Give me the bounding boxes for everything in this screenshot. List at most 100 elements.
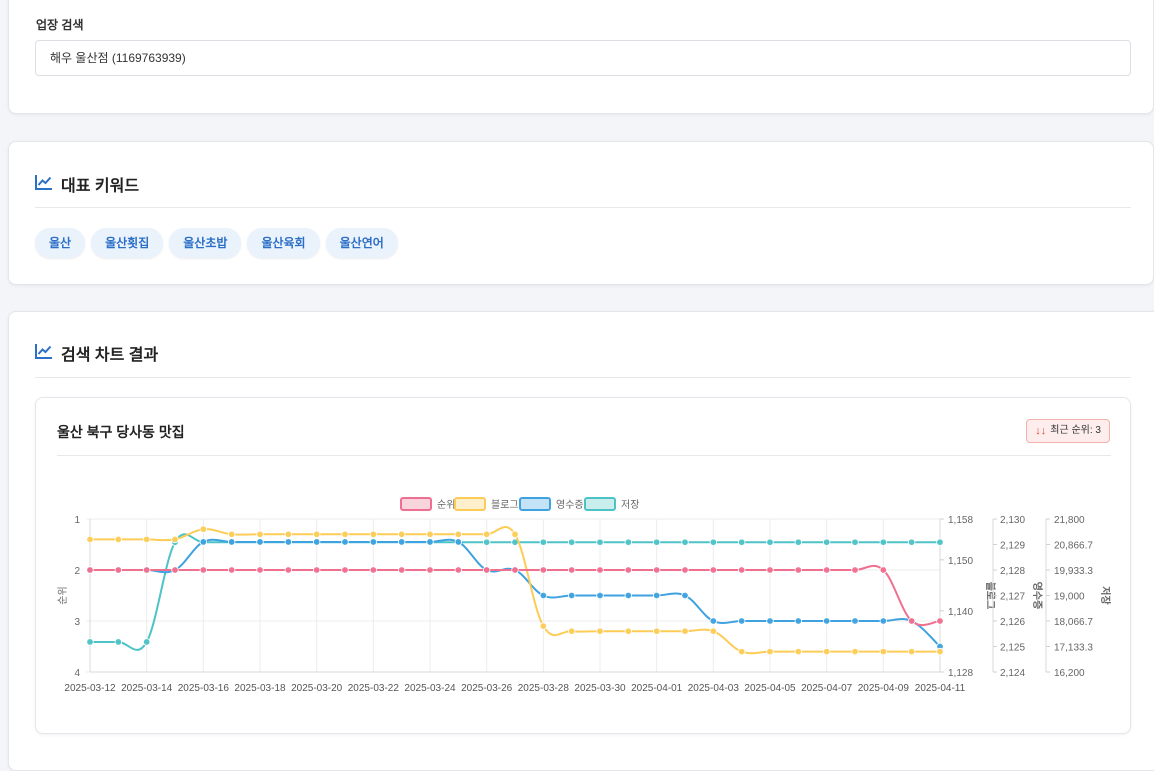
series-save	[86, 533, 944, 651]
data-point	[936, 647, 944, 656]
data-point	[822, 617, 831, 625]
y-tick-label: 20,866.7	[1054, 540, 1093, 551]
legend-label: 저장	[621, 499, 639, 511]
data-point	[652, 627, 661, 635]
data-point	[709, 538, 718, 546]
data-point	[879, 647, 888, 656]
data-point	[766, 538, 774, 546]
y-tick-label: 2,129	[1000, 541, 1025, 552]
data-point	[397, 538, 406, 546]
data-point	[822, 566, 831, 574]
data-point	[681, 627, 689, 635]
legend-label: 순위	[437, 498, 455, 511]
data-point	[822, 538, 831, 546]
y-tick-label: 4	[74, 668, 80, 679]
data-point	[907, 647, 916, 656]
data-point	[397, 566, 406, 574]
legend-swatch	[454, 497, 486, 511]
data-point	[256, 530, 264, 538]
x-tick-label: 2025-04-05	[744, 683, 796, 694]
data-point	[284, 566, 293, 574]
data-point	[312, 566, 321, 574]
data-point	[142, 535, 151, 544]
data-point	[426, 530, 434, 538]
x-tick-label: 2025-04-03	[688, 683, 740, 694]
series-rank	[86, 564, 944, 627]
data-point	[539, 538, 548, 546]
y-tick-label: 17,133.3	[1054, 643, 1093, 654]
data-point	[284, 530, 293, 538]
data-point	[256, 538, 264, 546]
y-tick-label: 16,200	[1054, 668, 1085, 679]
data-point	[907, 617, 916, 625]
data-point	[652, 538, 661, 546]
data-point	[822, 647, 831, 656]
data-point	[227, 530, 236, 538]
chart-legend: 순위 블로그 영수증 저장	[400, 497, 639, 511]
data-point	[171, 566, 179, 574]
data-point	[709, 627, 718, 635]
data-point	[369, 566, 378, 574]
y-tick-label: 19,933.3	[1054, 566, 1093, 577]
y-tick-label: 1,158	[948, 515, 973, 526]
legend-item: 블로그	[454, 497, 519, 511]
y-tick-label: 21,800	[1054, 515, 1085, 526]
y-tick-label: 2,130	[1000, 515, 1025, 526]
legend-item: 순위	[400, 497, 455, 511]
data-point	[766, 647, 774, 656]
data-point	[879, 538, 888, 546]
data-point	[567, 538, 576, 546]
series-line	[90, 564, 941, 627]
data-point	[936, 538, 944, 546]
data-point	[624, 591, 633, 600]
data-point	[426, 538, 434, 546]
x-tick-label: 2025-03-16	[178, 683, 230, 694]
x-tick-label: 2025-03-24	[404, 683, 456, 694]
series-line	[90, 538, 941, 648]
data-point	[482, 530, 491, 538]
data-point	[794, 566, 803, 574]
x-tick-label: 2025-03-18	[234, 683, 286, 694]
x-tick-label: 2025-03-28	[518, 683, 570, 694]
data-point	[737, 566, 746, 574]
data-point	[199, 566, 208, 574]
data-point	[851, 617, 859, 625]
data-point	[284, 538, 293, 546]
data-point	[596, 627, 604, 635]
data-point	[624, 566, 633, 574]
x-tick-label: 2025-03-14	[121, 683, 173, 694]
data-point	[907, 538, 916, 546]
data-point	[511, 530, 519, 538]
data-point	[851, 538, 859, 546]
y-tick-label: 2,124	[1000, 668, 1025, 679]
y-axis-label: 영수증	[1031, 582, 1044, 610]
data-point	[624, 538, 633, 546]
y-tick-label: 1,150	[948, 556, 973, 567]
y-tick-label: 2,128	[1000, 566, 1025, 577]
y-tick-label: 3	[74, 617, 80, 628]
data-point	[341, 538, 349, 546]
y-tick-label: 2	[74, 566, 80, 577]
data-point	[936, 617, 944, 625]
x-tick-label: 2025-03-30	[574, 683, 626, 694]
data-point	[171, 535, 179, 544]
series-line	[89, 533, 940, 651]
data-point	[567, 627, 576, 635]
data-point	[851, 647, 859, 656]
data-point	[454, 538, 463, 546]
data-point	[454, 530, 463, 538]
data-point	[794, 647, 803, 656]
data-point	[511, 566, 519, 574]
data-point	[567, 566, 576, 574]
data-point	[114, 535, 123, 544]
x-tick-label: 2025-04-07	[801, 683, 853, 694]
data-point	[596, 591, 604, 600]
data-point	[397, 530, 406, 538]
legend-label: 블로그	[491, 499, 519, 511]
y-tick-label: 1	[74, 515, 80, 526]
data-point	[709, 566, 718, 574]
y-tick-label: 1,140	[948, 607, 973, 618]
data-point	[312, 538, 321, 546]
line-chart: 1 2 3 4 순위 1,158 1,150 1,140 1,128 블로그 2,130 2,129 2…	[56, 497, 1112, 694]
y-axis-label: 순위	[56, 586, 69, 604]
